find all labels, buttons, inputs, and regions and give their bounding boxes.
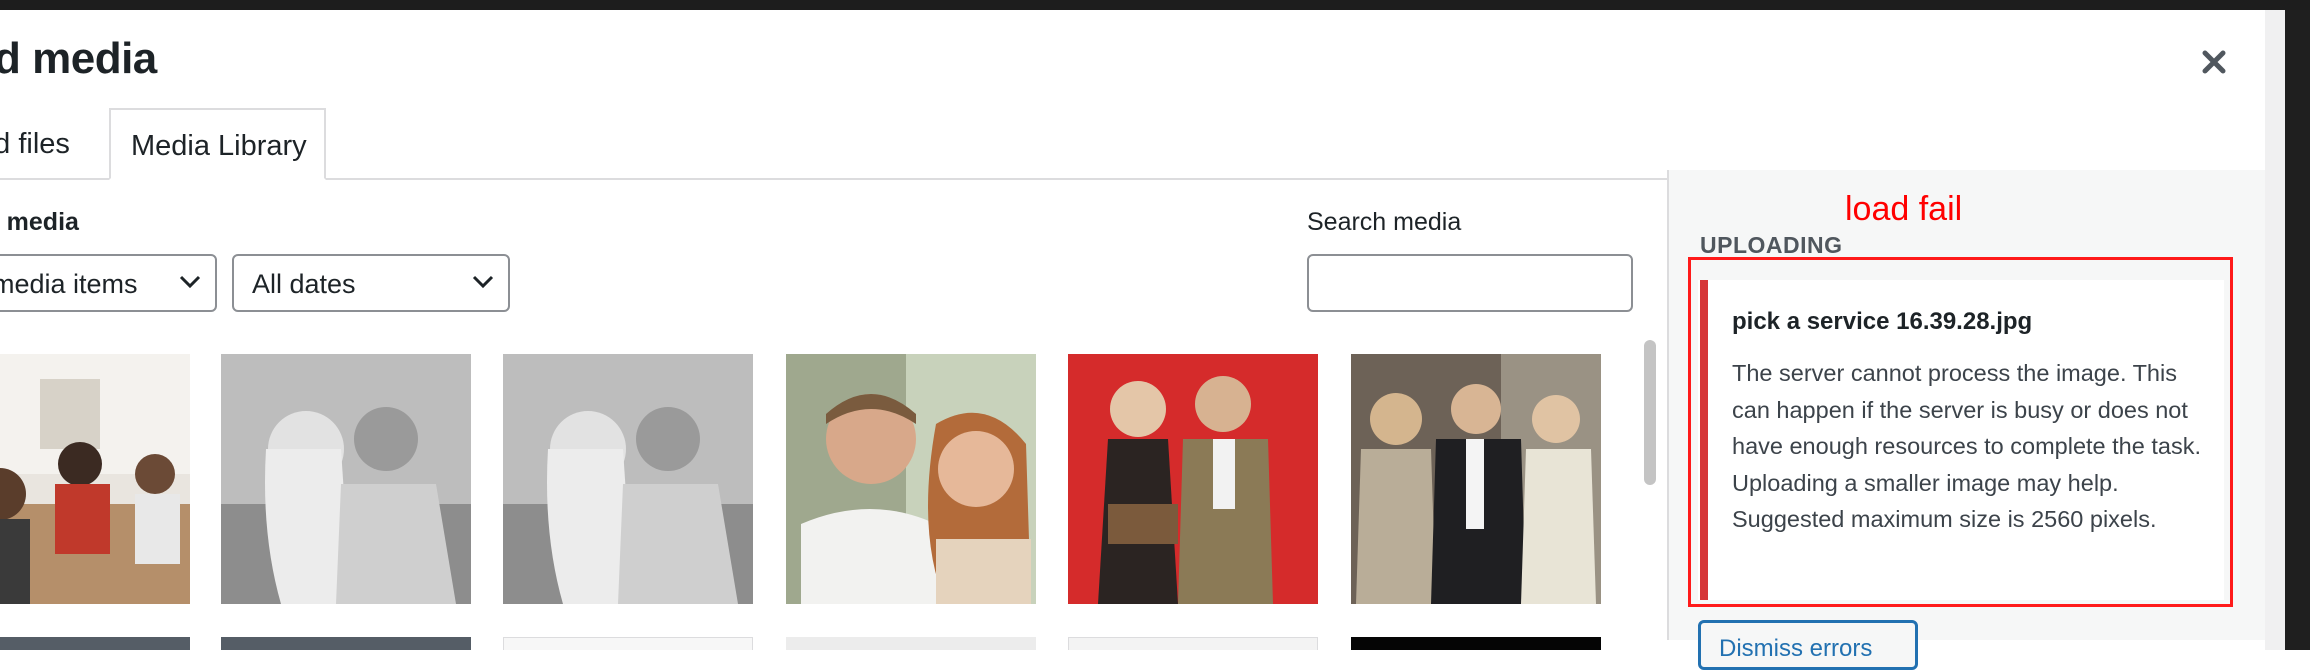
date-filter-select[interactable]: All dates <box>232 254 510 312</box>
media-item[interactable] <box>1351 354 1601 604</box>
tab-media-library-label: Media Library <box>131 130 307 162</box>
annotation-text: load fail <box>1845 190 1963 228</box>
media-item[interactable] <box>0 354 190 604</box>
chevron-down-icon <box>472 275 494 289</box>
media-type-value: media items <box>0 269 138 299</box>
media-item[interactable] <box>503 637 753 650</box>
media-item[interactable] <box>221 637 471 650</box>
close-icon[interactable] <box>2196 44 2232 80</box>
media-item[interactable] <box>786 637 1036 650</box>
uploading-heading: UPLOADING <box>1700 232 1843 258</box>
window-top-bar <box>0 0 2310 10</box>
media-item[interactable] <box>1351 637 1601 650</box>
background-page-strip <box>2265 10 2285 650</box>
chevron-down-icon <box>179 275 201 289</box>
media-item[interactable] <box>221 354 471 604</box>
media-grid-scrollbar[interactable] <box>1644 340 1656 485</box>
modal-title: d media <box>0 34 157 83</box>
dismiss-errors-label: Dismiss errors <box>1719 635 1873 662</box>
tab-upload-files[interactable]: ad files <box>0 128 70 161</box>
filter-label: r media <box>0 208 79 236</box>
annotation-box <box>1688 257 2233 607</box>
media-item[interactable] <box>1068 637 1318 650</box>
media-item[interactable] <box>1068 354 1318 604</box>
tab-media-library[interactable]: Media Library <box>109 108 326 180</box>
media-item[interactable] <box>0 637 190 650</box>
date-filter-value: All dates <box>252 269 356 299</box>
dismiss-errors-button[interactable]: Dismiss errors <box>1698 620 1918 670</box>
media-item[interactable] <box>786 354 1036 604</box>
media-type-select[interactable]: media items <box>0 254 217 312</box>
media-item[interactable] <box>503 354 753 604</box>
search-input[interactable] <box>1307 254 1633 312</box>
search-label: Search media <box>1307 208 1462 236</box>
